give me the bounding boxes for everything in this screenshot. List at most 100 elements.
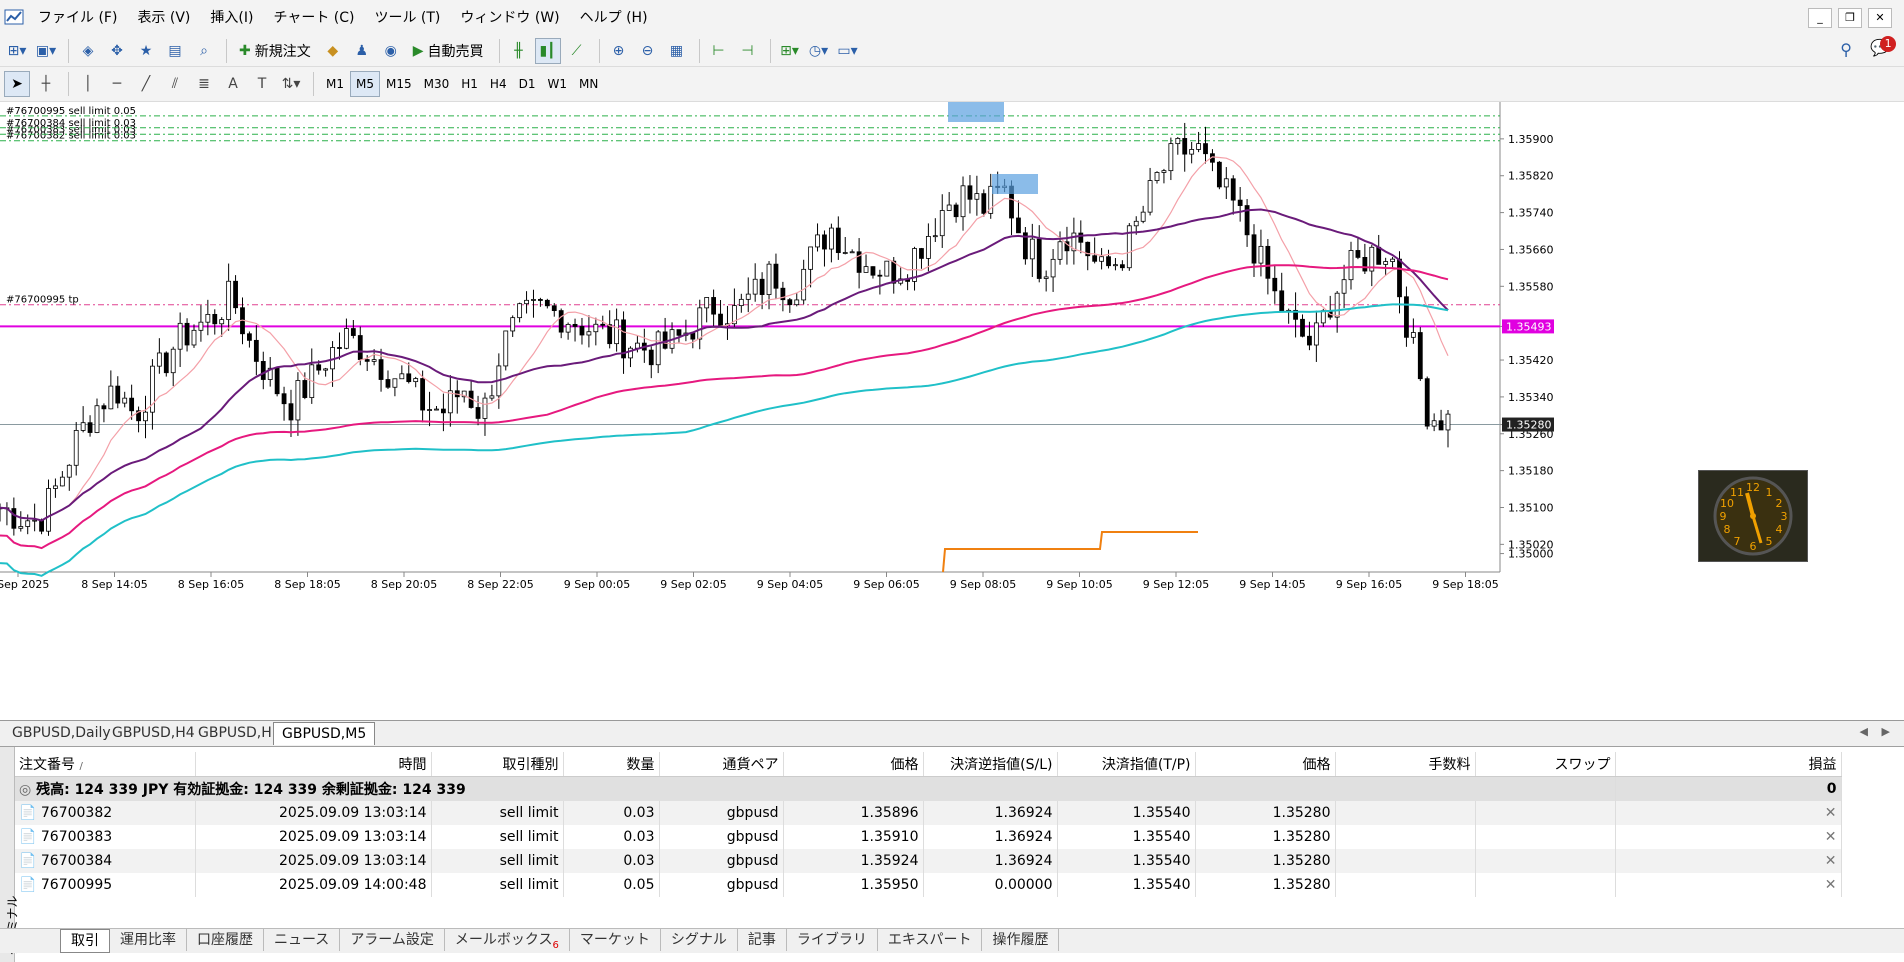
tab-alerts[interactable]: アラーム設定 <box>340 929 445 951</box>
table-row[interactable]: 📄 76700995 2025.09.09 14:00:48 sell limi… <box>15 873 1842 897</box>
line-chart-icon[interactable]: ⟋ <box>564 38 590 64</box>
col-volume[interactable]: 数量 <box>563 752 660 777</box>
menu-tools[interactable]: ツール (T) <box>364 0 450 34</box>
navigator-icon[interactable]: ★ <box>133 38 159 64</box>
new-chart-icon[interactable]: ⊞▾ <box>4 38 30 64</box>
zoom-out-icon[interactable]: ⊖ <box>635 38 661 64</box>
timeframe-h4[interactable]: H4 <box>484 71 513 97</box>
candle-body <box>925 236 931 259</box>
col-sl[interactable]: 決済逆指値(S/L) <box>923 752 1058 777</box>
market-watch-icon[interactable]: ◈ <box>75 38 101 64</box>
timeframe-m5[interactable]: M5 <box>350 71 380 97</box>
close-order-icon[interactable]: ✕ <box>1825 805 1837 821</box>
channel-icon[interactable]: ⫽ <box>162 71 188 97</box>
col-order-id[interactable]: 注文番号 / <box>15 752 196 777</box>
price-chart[interactable]: 1.35900 1.35820 1.35740 1.35660 1.35580 1.354… <box>0 102 1904 721</box>
table-row[interactable]: 📄 76700384 2025.09.09 13:03:14 sell limi… <box>15 849 1842 873</box>
profiles-icon[interactable]: ▣▾ <box>33 38 59 64</box>
col-tp[interactable]: 決済指値(T/P) <box>1057 752 1196 777</box>
auto-trading-button[interactable]: ▶ 自動売買 <box>407 38 490 64</box>
text-icon[interactable]: A <box>220 71 246 97</box>
close-order-icon[interactable]: ✕ <box>1825 829 1837 845</box>
candlestick-icon[interactable]: ▮┃ <box>534 38 561 64</box>
timeframe-m1[interactable]: M1 <box>320 71 350 97</box>
timeframe-w1[interactable]: W1 <box>541 71 573 97</box>
new-order-button[interactable]: ✚ 新規注文 <box>233 38 317 64</box>
tab-journal[interactable]: 操作履歴 <box>982 929 1060 951</box>
col-swap[interactable]: スワップ <box>1475 752 1616 777</box>
col-current-price[interactable]: 価格 <box>1195 752 1336 777</box>
search-icon[interactable]: ⚲ <box>1840 40 1852 59</box>
candle-body <box>593 323 599 333</box>
zoom-in-icon[interactable]: ⊕ <box>606 38 632 64</box>
menu-view[interactable]: 表示 (V) <box>127 0 200 34</box>
minimize-button[interactable]: _ <box>1808 8 1832 28</box>
tab-gbpusd-m5[interactable]: GBPUSD,M5 <box>273 722 376 745</box>
tab-gbpusd-h4[interactable]: GBPUSD,H4 <box>104 722 203 744</box>
timeframe-h1[interactable]: H1 <box>455 71 484 97</box>
strategy-tester-icon[interactable]: ⌕ <box>191 38 217 64</box>
templates-icon[interactable]: ▭▾ <box>835 38 861 64</box>
horizontal-line-icon[interactable]: ─ <box>104 71 130 97</box>
close-order-icon[interactable]: ✕ <box>1825 853 1837 869</box>
data-window-icon[interactable]: ✥ <box>104 38 130 64</box>
timeframe-d1[interactable]: D1 <box>513 71 542 97</box>
metaeditor-icon[interactable]: ◆ <box>320 38 346 64</box>
chart-canvas[interactable]: 1.35900 1.35820 1.35740 1.35660 1.35580 1.354… <box>0 102 1904 720</box>
community-icon[interactable]: ♟ <box>349 38 375 64</box>
timeframe-m30[interactable]: M30 <box>418 71 456 97</box>
signals-icon[interactable]: ◉ <box>378 38 404 64</box>
text-label-icon[interactable]: T <box>249 71 275 97</box>
tab-scroll-right-icon[interactable]: ▶ <box>1882 725 1890 738</box>
menu-chart[interactable]: チャート (C) <box>263 0 364 34</box>
col-type[interactable]: 取引種別 <box>431 752 564 777</box>
indicators-icon[interactable]: ⊞▾ <box>777 38 803 64</box>
col-time[interactable]: 時間 <box>195 752 432 777</box>
col-profit[interactable]: 損益 <box>1615 752 1842 777</box>
trendline-icon[interactable]: ╱ <box>133 71 159 97</box>
timeframe-mn[interactable]: MN <box>573 71 604 97</box>
timeframe-m15[interactable]: M15 <box>380 71 418 97</box>
terminal-icon[interactable]: ▤ <box>162 38 188 64</box>
col-price[interactable]: 価格 <box>783 752 924 777</box>
candle-body <box>711 297 717 315</box>
menu-insert[interactable]: 挿入(I) <box>200 0 263 34</box>
restore-button[interactable]: ❐ <box>1838 8 1862 28</box>
vertical-line-icon[interactable]: │ <box>75 71 101 97</box>
tab-scroll-left-icon[interactable]: ◀ <box>1860 725 1868 738</box>
menu-file[interactable]: ファイル (F) <box>28 0 127 34</box>
tab-gbpusd-daily[interactable]: GBPUSD,Daily <box>4 722 119 744</box>
fibonacci-icon[interactable]: ≣ <box>191 71 217 97</box>
close-order-icon[interactable]: ✕ <box>1825 877 1837 893</box>
bar-chart-icon[interactable]: ╫ <box>506 38 532 64</box>
tab-library[interactable]: ライブラリ <box>787 929 878 951</box>
tile-windows-icon[interactable]: ▦ <box>664 38 690 64</box>
balance-row[interactable]: ◎ 残高: 124 339 JPY 有効証拠金: 124 339 余剰証拠金: … <box>15 776 1842 801</box>
menu-window[interactable]: ウィンドウ (W) <box>450 0 569 34</box>
col-symbol[interactable]: 通貨ペア <box>659 752 784 777</box>
table-row[interactable]: 📄 76700382 2025.09.09 13:03:14 sell limi… <box>15 801 1842 825</box>
tab-mailbox[interactable]: メールボックス6 <box>445 929 570 951</box>
chart-shift-icon[interactable]: ⊣ <box>735 38 761 64</box>
svg-text:12: 12 <box>1746 481 1760 494</box>
time-tick-label: 9 Sep 10:05 <box>1046 578 1112 591</box>
tab-market[interactable]: マーケット <box>570 929 661 951</box>
tab-trade[interactable]: 取引 <box>60 929 110 953</box>
crosshair-icon[interactable]: ┼ <box>33 71 59 97</box>
tab-signals[interactable]: シグナル <box>661 929 738 951</box>
tab-articles[interactable]: 記事 <box>738 929 787 951</box>
notifications-icon[interactable]: 💬 1 <box>1870 36 1897 57</box>
tab-news[interactable]: ニュース <box>264 929 341 951</box>
tab-account-history[interactable]: 口座履歴 <box>187 929 264 951</box>
tab-experts[interactable]: エキスパート <box>878 929 983 951</box>
menu-help[interactable]: ヘルプ (H) <box>570 0 658 34</box>
order-volume: 0.05 <box>563 873 660 897</box>
arrows-icon[interactable]: ⇅▾ <box>278 71 304 97</box>
close-window-button[interactable]: ✕ <box>1868 8 1892 28</box>
col-commission[interactable]: 手数料 <box>1335 752 1476 777</box>
tab-exposure[interactable]: 運用比率 <box>110 929 187 951</box>
cursor-icon[interactable]: ➤ <box>4 71 30 97</box>
periods-icon[interactable]: ◷▾ <box>806 38 832 64</box>
autoscroll-icon[interactable]: ⊢ <box>706 38 732 64</box>
table-row[interactable]: 📄 76700383 2025.09.09 13:03:14 sell limi… <box>15 825 1842 849</box>
